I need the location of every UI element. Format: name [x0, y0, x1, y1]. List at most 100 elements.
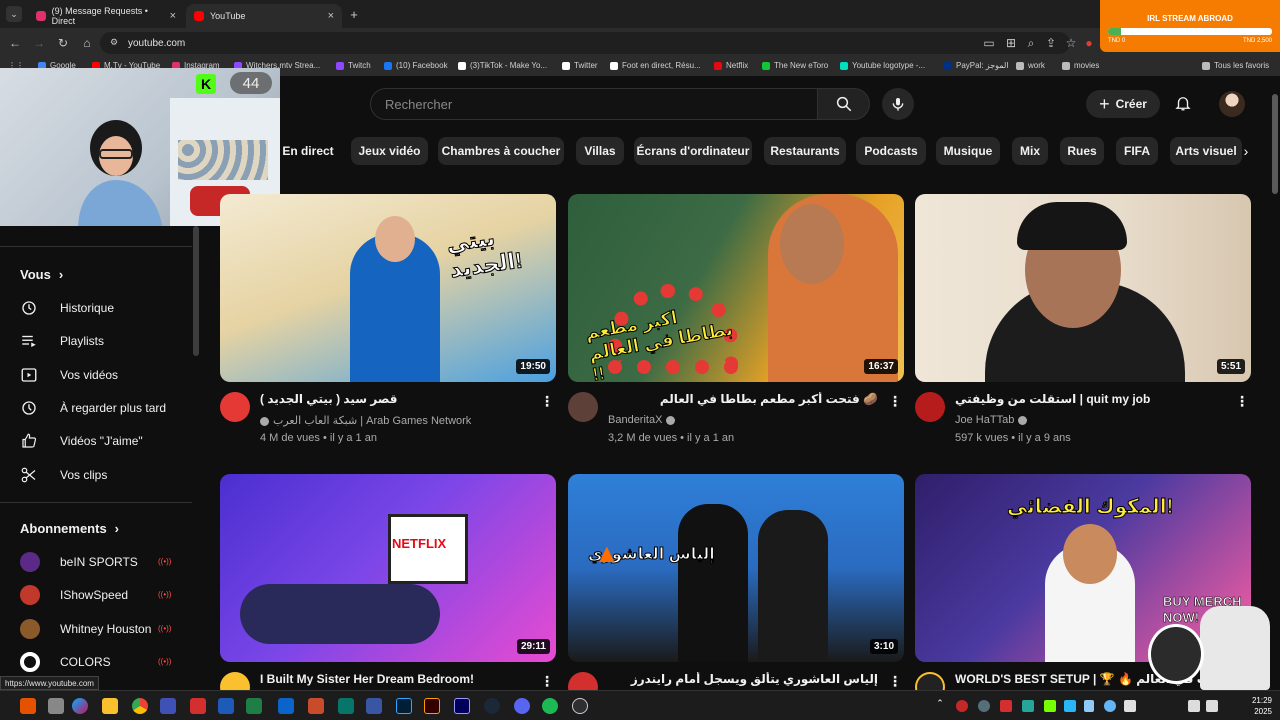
video-channel[interactable]: شبكة العاب العرب | Arab Games Network: [260, 414, 471, 427]
more-vert-icon[interactable]: ⋮: [888, 392, 902, 410]
forward-button[interactable]: →: [30, 34, 48, 52]
file-explorer-icon[interactable]: [102, 698, 118, 714]
taskbar-clock[interactable]: 21:29 2025: [1228, 695, 1272, 717]
chip-mix[interactable]: Mix: [1012, 137, 1048, 165]
site-info-icon[interactable]: ⚙: [110, 37, 118, 48]
address-bar[interactable]: ⚙ youtube.com: [100, 32, 1070, 54]
chip-arts-visuels[interactable]: Arts visuel: [1170, 137, 1242, 165]
tray-app-icon[interactable]: [978, 700, 990, 712]
extension-icon[interactable]: ●: [1080, 34, 1098, 52]
bookmark-star-icon[interactable]: ☆: [1062, 34, 1080, 52]
video-title[interactable]: استقلت من وظيفتي | quit my job: [955, 392, 1225, 406]
search-button[interactable]: [817, 88, 870, 120]
chip-en-direct[interactable]: En direct: [280, 137, 336, 165]
video-title[interactable]: I Built My Sister Her Dream Bedroom!: [260, 672, 530, 686]
outlook-icon[interactable]: [278, 698, 294, 714]
chip-chambres[interactable]: Chambres à coucher: [438, 137, 564, 165]
tray-app-icon[interactable]: [1104, 700, 1116, 712]
tray-app-icon[interactable]: [1022, 700, 1034, 712]
sidebar-item-your-videos[interactable]: Vos vidéos: [20, 360, 190, 390]
bookmark-foot[interactable]: Foot en direct, Résu...: [610, 61, 701, 70]
publisher-icon[interactable]: [338, 698, 354, 714]
video-channel[interactable]: BanderitaX: [608, 414, 676, 426]
video-thumbnail[interactable]: بيتي الجديد! 19:50: [220, 194, 556, 382]
chip-villas[interactable]: Villas: [576, 137, 624, 165]
subscription-ishowspeed[interactable]: IShowSpeed ((•)): [20, 580, 190, 610]
widget-icon[interactable]: [48, 698, 64, 714]
search-input[interactable]: Rechercher: [370, 88, 818, 120]
home-button[interactable]: ⌂: [78, 34, 96, 52]
subscription-colors[interactable]: COLORS ((•)): [20, 647, 190, 677]
visio-icon[interactable]: [366, 698, 382, 714]
bookmark-paypal[interactable]: PayPal: الموجز: [944, 61, 1009, 70]
video-thumbnail[interactable]: 5:51: [915, 194, 1251, 382]
tray-app-icon[interactable]: [1064, 700, 1076, 712]
chip-fifa[interactable]: FIFA: [1116, 137, 1158, 165]
page-scrollbar[interactable]: [1270, 76, 1280, 690]
volume-icon[interactable]: [1206, 700, 1218, 712]
bookmark-all-favorites[interactable]: Tous les favoris: [1202, 61, 1269, 70]
share-icon[interactable]: ⇪: [1042, 34, 1060, 52]
browser-tab-instagram[interactable]: (9) Message Requests • Direct ×: [28, 4, 184, 28]
translate-icon[interactable]: ⊞: [1002, 34, 1020, 52]
bookmark-folder-movies[interactable]: movies: [1062, 61, 1099, 70]
zoom-icon[interactable]: ⌕: [1022, 34, 1040, 52]
chip-restaurants[interactable]: Restaurants: [764, 137, 846, 165]
video-thumbnail[interactable]: اكبر مطعم بطاطا في العالم !! 16:37: [568, 194, 904, 382]
tray-app-icon[interactable]: [1124, 700, 1136, 712]
close-tab-icon[interactable]: ×: [170, 10, 176, 22]
sidebar-item-liked-videos[interactable]: Vidéos "J'aime": [20, 426, 190, 456]
bookmark-twitch[interactable]: Twitch: [336, 61, 371, 70]
store-icon[interactable]: [160, 698, 176, 714]
subscription-bein-sports[interactable]: beIN SPORTS ((•)): [20, 547, 190, 577]
chip-jeux-video[interactable]: Jeux vidéo: [351, 137, 428, 165]
video-title[interactable]: فتحت أكبر مطعم بطاطا في العالم 🥔: [608, 392, 878, 406]
create-button[interactable]: + Créer: [1086, 90, 1160, 118]
channel-avatar[interactable]: [568, 392, 598, 422]
close-tab-icon[interactable]: ×: [328, 10, 334, 22]
bookmark-netflix[interactable]: Netflix: [714, 61, 748, 70]
channel-avatar[interactable]: [220, 392, 250, 422]
chip-ecrans[interactable]: Écrans d'ordinateur: [634, 137, 752, 165]
bookmark-tiktok[interactable]: (3)TikTok - Make Yo...: [458, 61, 547, 70]
start-icon[interactable]: [20, 698, 36, 714]
subscription-whitney-houston[interactable]: Whitney Houston ((•)): [20, 614, 190, 644]
back-button[interactable]: ←: [6, 34, 24, 52]
chip-rues[interactable]: Rues: [1060, 137, 1104, 165]
account-avatar[interactable]: [1219, 91, 1245, 117]
chrome-icon[interactable]: [132, 698, 148, 714]
word-icon[interactable]: [218, 698, 234, 714]
video-title[interactable]: قصر سيد ( بيتي الجديد ): [260, 392, 530, 406]
more-vert-icon[interactable]: ⋮: [888, 672, 902, 690]
cast-icon[interactable]: ▭: [980, 34, 998, 52]
illustrator-icon[interactable]: [424, 698, 440, 714]
chevron-right-icon[interactable]: ›: [1236, 140, 1256, 162]
chip-podcasts[interactable]: Podcasts: [856, 137, 926, 165]
powerpoint-icon[interactable]: [308, 698, 324, 714]
bookmark-twitter[interactable]: Twitter: [562, 61, 598, 70]
sidebar-scrollbar[interactable]: [193, 226, 199, 356]
video-title[interactable]: إلياس العاشوري يتألق ويسجل أمام رايندرز: [608, 672, 878, 686]
page-scrollbar-thumb[interactable]: [1272, 94, 1278, 194]
reload-button[interactable]: ↻: [54, 34, 72, 52]
chip-musique[interactable]: Musique: [936, 137, 1000, 165]
more-vert-icon[interactable]: ⋮: [540, 392, 554, 410]
new-tab-button[interactable]: +: [346, 6, 362, 22]
wifi-icon[interactable]: [1188, 700, 1200, 712]
sidebar-item-playlists[interactable]: Playlists: [20, 326, 190, 356]
sidebar-item-clips[interactable]: Vos clips: [20, 460, 190, 490]
video-channel[interactable]: Joe HaTTab: [955, 414, 1028, 426]
app-icon[interactable]: [190, 698, 206, 714]
excel-icon[interactable]: [246, 698, 262, 714]
video-thumbnail[interactable]: إلياس العاشوري ▲ 3:10: [568, 474, 904, 662]
bookmark-youtube-logotype[interactable]: Youtube logotype -...: [840, 61, 925, 70]
tray-app-icon[interactable]: [1044, 700, 1056, 712]
sidebar-item-history[interactable]: Historique: [20, 293, 190, 323]
discord-icon[interactable]: [514, 698, 530, 714]
obs-icon[interactable]: [572, 698, 588, 714]
browser-tab-youtube[interactable]: YouTube ×: [186, 4, 342, 28]
steam-icon[interactable]: [484, 698, 500, 714]
video-thumbnail[interactable]: NETFLIX 29:11: [220, 474, 556, 662]
tray-app-icon[interactable]: [956, 700, 968, 712]
notifications-button[interactable]: [1172, 92, 1194, 114]
